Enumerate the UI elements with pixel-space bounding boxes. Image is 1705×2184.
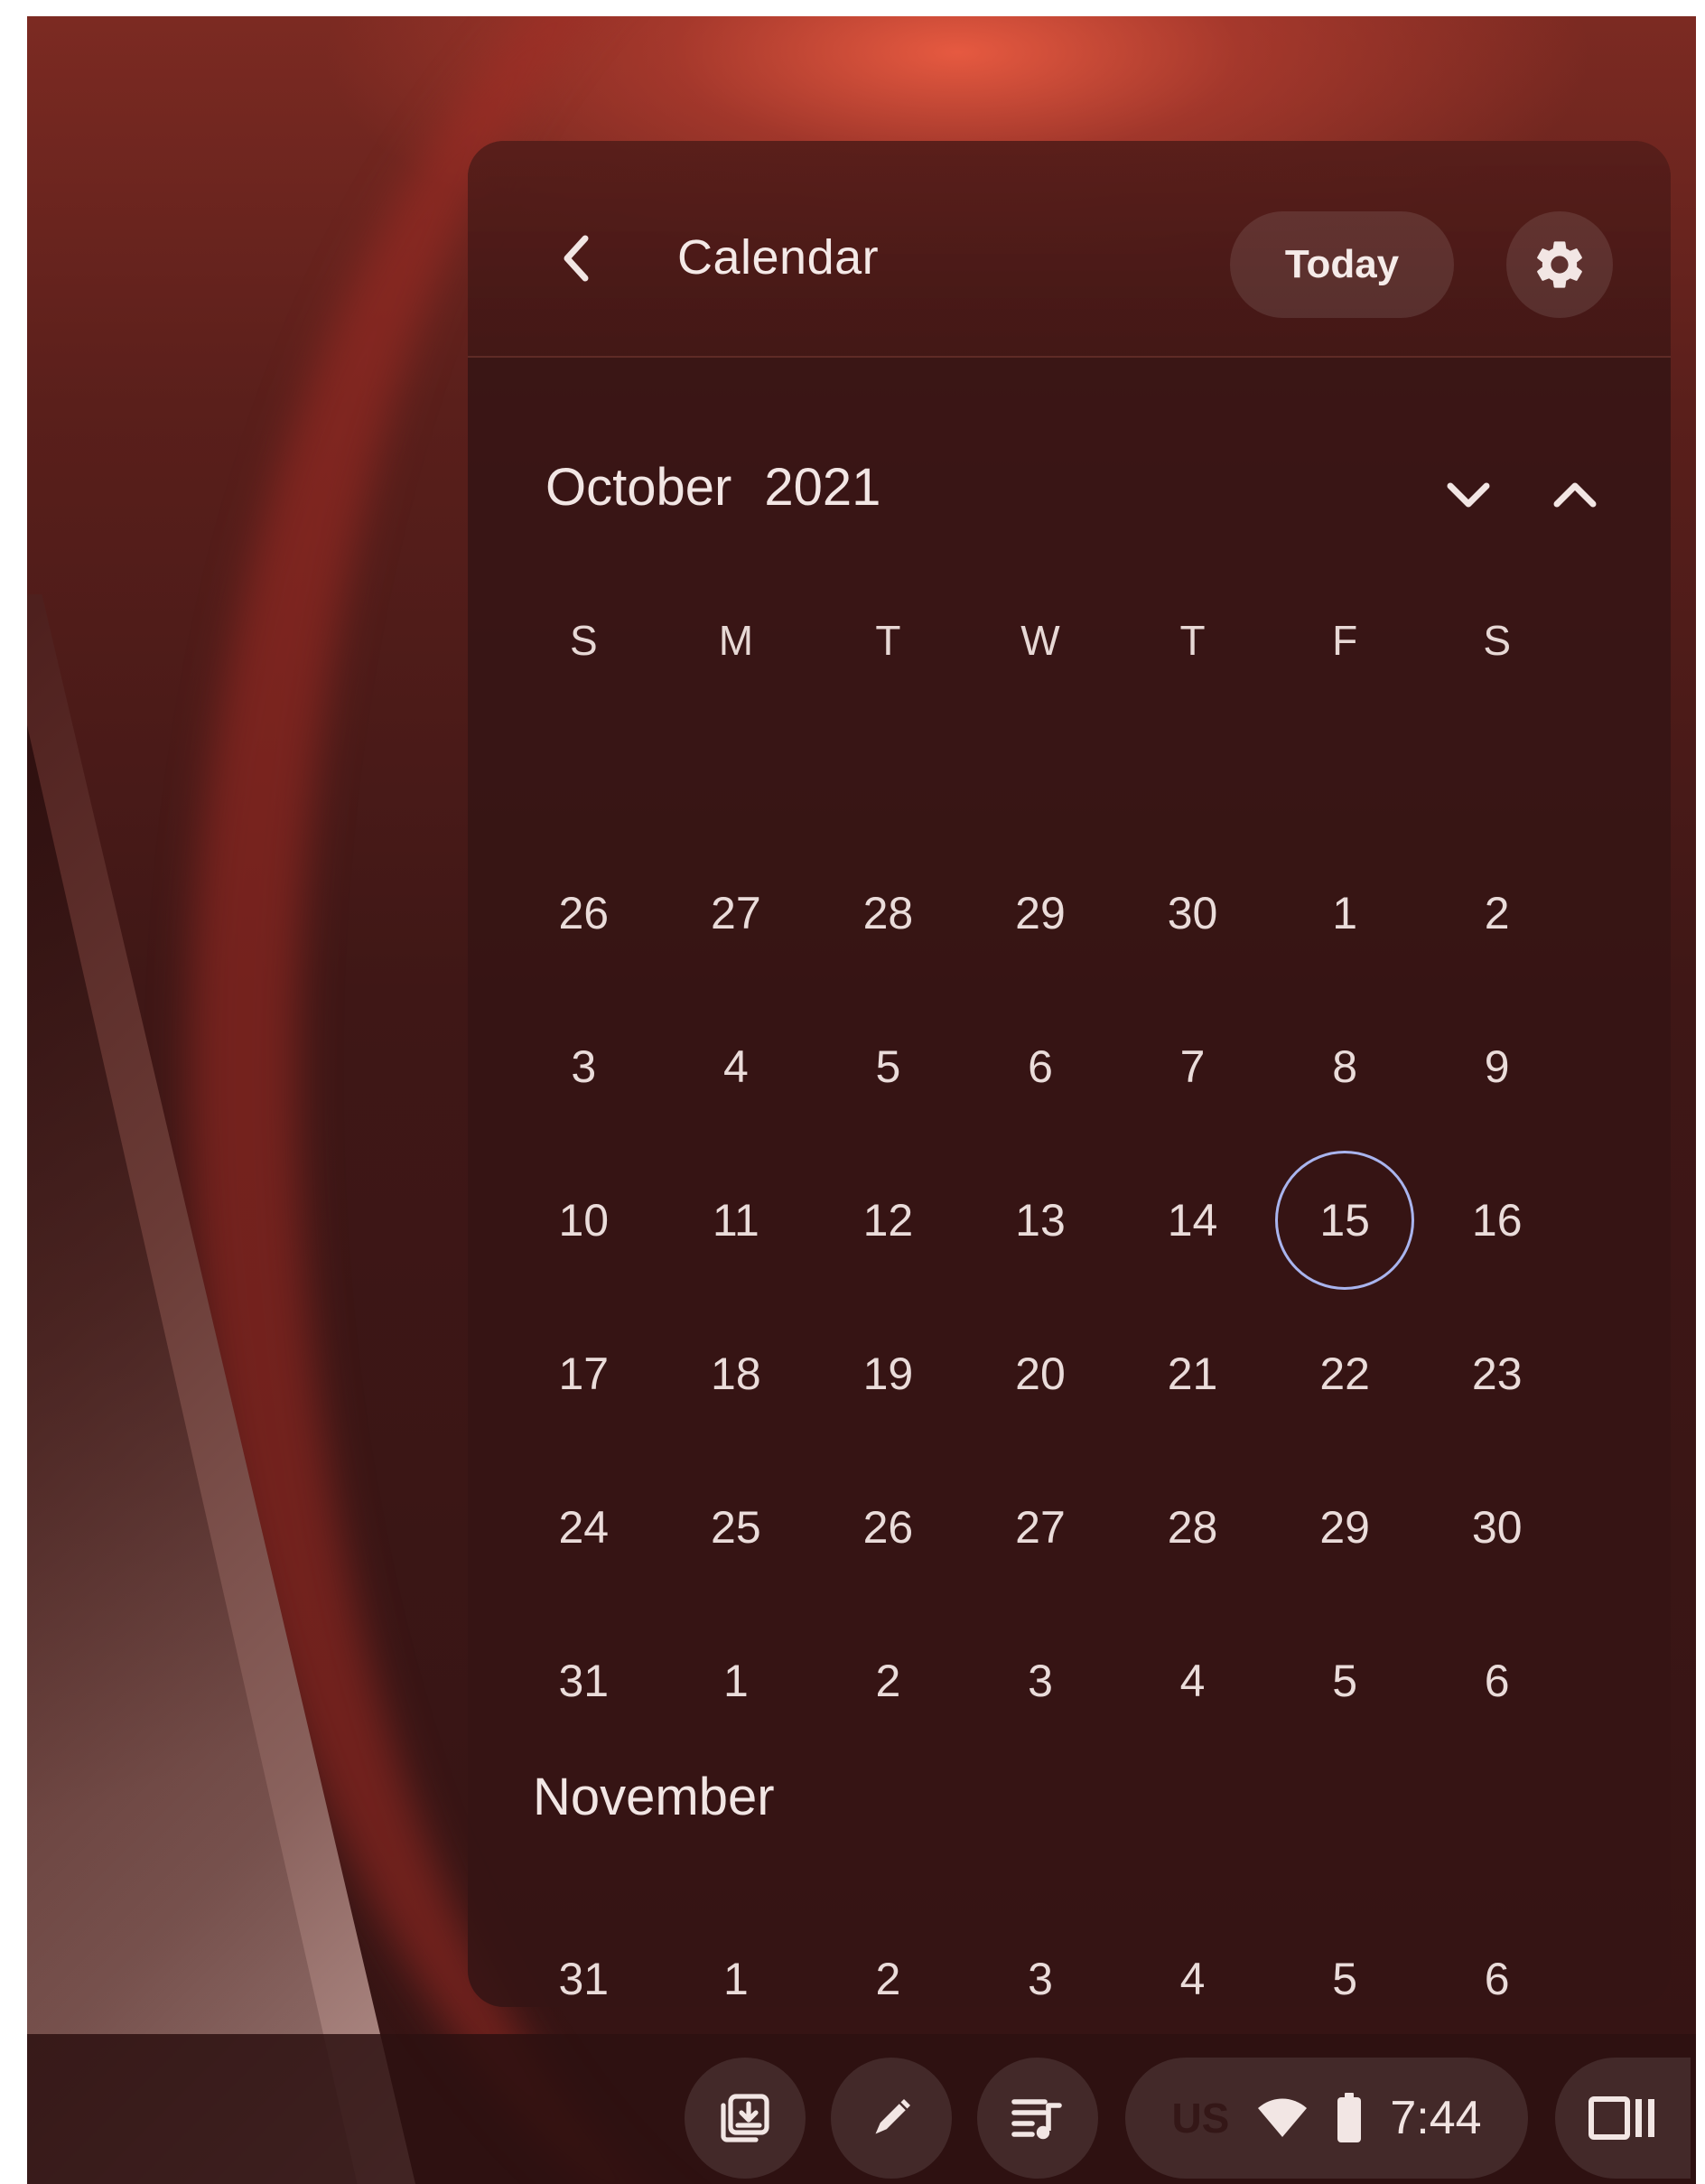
calendar-day[interactable]: 2: [812, 1947, 964, 2007]
calendar-day[interactable]: 29: [964, 882, 1117, 945]
calendar-day[interactable]: 3: [508, 1035, 660, 1098]
calendar-day[interactable]: 23: [1421, 1342, 1573, 1405]
calendar-day[interactable]: 8: [1269, 1035, 1421, 1098]
calendar-day[interactable]: 4: [1116, 1947, 1269, 2007]
weekday-label: M: [718, 617, 754, 664]
calendar-day[interactable]: 19: [812, 1342, 964, 1405]
calendar-day[interactable]: 9: [1421, 1035, 1573, 1098]
calendar-day[interactable]: 7: [1116, 1035, 1269, 1098]
gear-icon: [1531, 236, 1589, 294]
weekday-label: F: [1332, 617, 1358, 664]
calendar-day[interactable]: 1: [660, 1947, 813, 2007]
calendar-day[interactable]: 31: [508, 1649, 660, 1713]
calendar-day[interactable]: 30: [1421, 1496, 1573, 1559]
calendar-day[interactable]: 2: [1421, 882, 1573, 945]
overview-icon: [1589, 2095, 1657, 2141]
weekday-label: T: [1179, 617, 1206, 664]
calendar-header: Calendar Today: [468, 141, 1671, 358]
calendar-day[interactable]: 28: [1116, 1496, 1269, 1559]
calendar-day[interactable]: 26: [508, 882, 660, 945]
calendar-day[interactable]: 27: [964, 1496, 1117, 1559]
calendar-day-today[interactable]: 15: [1269, 1151, 1421, 1290]
calendar-day[interactable]: 3: [964, 1649, 1117, 1713]
previous-month-button[interactable]: [1539, 459, 1611, 531]
calendar-day[interactable]: 6: [964, 1035, 1117, 1098]
settings-button[interactable]: [1506, 211, 1613, 318]
chevron-up-icon: [1551, 479, 1598, 511]
calendar-day[interactable]: 20: [964, 1342, 1117, 1405]
calendar-day[interactable]: 25: [660, 1496, 813, 1559]
pen-icon: [866, 2093, 917, 2143]
calendar-day[interactable]: 30: [1116, 882, 1269, 945]
holding-space-button[interactable]: [685, 2058, 806, 2179]
back-button[interactable]: [540, 222, 612, 294]
calendar-day[interactable]: 6: [1421, 1947, 1573, 2007]
calendar-day[interactable]: 5: [1269, 1649, 1421, 1713]
chevron-left-icon: [558, 233, 594, 284]
calendar-day[interactable]: 26: [812, 1496, 964, 1559]
calendar-day[interactable]: 4: [660, 1035, 813, 1098]
weekday-label: T: [875, 617, 901, 664]
calendar-day[interactable]: 18: [660, 1342, 813, 1405]
calendar-day[interactable]: 1: [1269, 882, 1421, 945]
weekday-label: S: [569, 617, 598, 664]
calendar-panel: Calendar Today October 2021 S M T W T F …: [468, 141, 1671, 2007]
calendar-day[interactable]: 29: [1269, 1496, 1421, 1559]
calendar-day[interactable]: 5: [812, 1035, 964, 1098]
media-controls-button[interactable]: [977, 2058, 1098, 2179]
month-title: October 2021: [545, 457, 880, 518]
calendar-day[interactable]: 12: [812, 1189, 964, 1252]
weekday-header: S M T W T F S: [508, 609, 1573, 672]
input-method-indicator: US: [1171, 2095, 1230, 2142]
next-month-button[interactable]: [1432, 459, 1505, 531]
calendar-day[interactable]: 11: [660, 1189, 813, 1252]
tote-download-icon: [716, 2089, 774, 2147]
month-year: 2021: [764, 458, 881, 517]
next-month-title: November: [533, 1768, 775, 1826]
october-day-grid: 26 27 28 29 30 1 2 3 4 5 6 7 8 9 10 11 12 13 14 15 16 17 18 19 2…: [508, 882, 1573, 1803]
calendar-day[interactable]: 17: [508, 1342, 660, 1405]
calendar-day[interactable]: 6: [1421, 1649, 1573, 1713]
page-title: Calendar: [677, 230, 880, 285]
battery-icon: [1336, 2093, 1363, 2143]
chevron-down-icon: [1445, 479, 1492, 511]
calendar-day[interactable]: 21: [1116, 1342, 1269, 1405]
calendar-day[interactable]: 4: [1116, 1649, 1269, 1713]
month-name: October: [545, 458, 732, 517]
weekday-label: W: [1020, 617, 1060, 664]
desktop: Calendar Today October 2021 S M T W T F …: [27, 16, 1696, 2184]
calendar-day[interactable]: 14: [1116, 1189, 1269, 1252]
playlist-music-icon: [1009, 2091, 1067, 2145]
calendar-day[interactable]: 3: [964, 1947, 1117, 2007]
overview-button[interactable]: [1555, 2058, 1691, 2179]
calendar-day[interactable]: 5: [1269, 1947, 1421, 2007]
calendar-day[interactable]: 2: [812, 1649, 964, 1713]
weekday-label: S: [1483, 617, 1512, 664]
stylus-tools-button[interactable]: [831, 2058, 952, 2179]
calendar-day[interactable]: 31: [508, 1947, 660, 2007]
system-tray[interactable]: US 7:44: [1125, 2058, 1528, 2179]
calendar-day[interactable]: 28: [812, 882, 964, 945]
calendar-day[interactable]: 22: [1269, 1342, 1421, 1405]
clock: 7:44: [1390, 2092, 1482, 2144]
november-day-grid: 31 1 2 3 4 5 6: [508, 1947, 1573, 2007]
calendar-day[interactable]: 13: [964, 1189, 1117, 1252]
calendar-day[interactable]: 27: [660, 882, 813, 945]
calendar-day[interactable]: 10: [508, 1189, 660, 1252]
wifi-icon: [1256, 2097, 1309, 2139]
calendar-day[interactable]: 16: [1421, 1189, 1573, 1252]
calendar-day[interactable]: 1: [660, 1649, 813, 1713]
today-button[interactable]: Today: [1230, 211, 1454, 318]
calendar-day[interactable]: 24: [508, 1496, 660, 1559]
